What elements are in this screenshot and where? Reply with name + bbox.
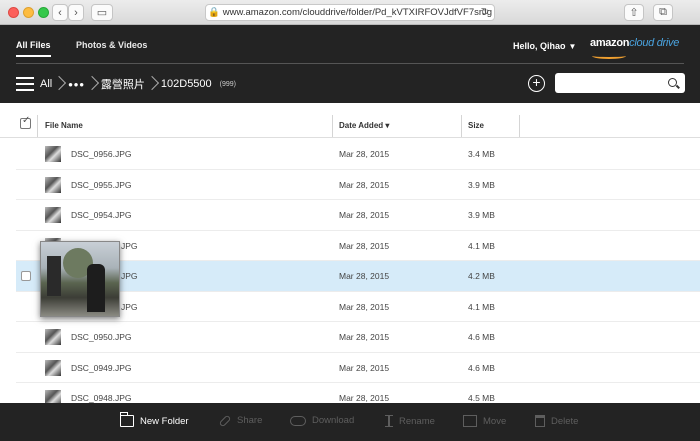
image-thumbnail	[45, 176, 61, 193]
file-name[interactable]: JPG	[121, 302, 138, 312]
file-size: 3.4 MB	[468, 149, 495, 159]
tab-photos-videos[interactable]: Photos & Videos	[76, 40, 147, 50]
chevron-right-icon	[54, 75, 66, 93]
file-date: Mar 28, 2015	[339, 240, 390, 251]
table-header: File Name Date Added ▾ Size	[0, 103, 700, 138]
file-size: 3.9 MB	[468, 179, 495, 190]
file-size: 4.1 MB	[468, 240, 495, 251]
app-header: All Files Photos & Videos Hello, Qihao ▼…	[0, 25, 700, 103]
move-button[interactable]: Move	[463, 415, 506, 427]
search-input[interactable]	[555, 73, 685, 93]
cloud-download-icon	[290, 415, 306, 426]
share-icon[interactable]: ⇧	[624, 4, 644, 21]
url-text: www.amazon.com/clouddrive/folder/Pd_kVTX…	[222, 7, 493, 18]
file-date: Mar 28, 2015	[339, 332, 390, 342]
zoom-window-button[interactable]	[38, 7, 49, 18]
file-size: 4.5 MB	[468, 393, 495, 403]
file-date: Mar 28, 2015	[339, 179, 390, 190]
breadcrumb-root[interactable]: All	[40, 78, 52, 90]
new-folder-button[interactable]: New Folder	[120, 412, 189, 427]
bottom-toolbar: New Folder Share Download Rename Move De…	[0, 403, 700, 441]
file-name[interactable]: DSC_0948.JPG	[71, 393, 131, 403]
file-date: Mar 28, 2015	[339, 149, 390, 159]
text-cursor-icon	[385, 415, 393, 427]
tab-all-files[interactable]: All Files	[16, 40, 51, 57]
chevron-left-icon[interactable]: ‹	[52, 4, 68, 21]
table-row[interactable]: DSC_0956.JPG Mar 28, 2015 3.4 MB	[16, 139, 700, 170]
sidebar-icon[interactable]: ▭	[91, 4, 113, 21]
greeting-text: Hello, Qihao	[513, 41, 566, 51]
image-thumbnail	[45, 329, 61, 345]
reload-icon[interactable]: ↻	[481, 7, 489, 18]
search-icon[interactable]	[668, 78, 677, 87]
file-name[interactable]: JPG	[121, 271, 138, 281]
file-date: Mar 28, 2015	[339, 301, 390, 312]
image-preview-popup	[40, 241, 120, 317]
sort-down-icon: ▾	[385, 121, 390, 130]
file-size: 4.1 MB	[468, 301, 495, 312]
file-name[interactable]: DSC_0949.JPG	[71, 363, 131, 373]
file-date: Mar 28, 2015	[339, 393, 390, 403]
file-size: 4.6 MB	[468, 362, 495, 373]
link-icon	[218, 414, 232, 427]
column-date-added[interactable]: Date Added ▾	[339, 121, 389, 130]
amazon-cloud-drive-logo[interactable]: amazoncloud drive	[590, 37, 679, 49]
minimize-window-button[interactable]	[23, 7, 34, 18]
file-size: 4.2 MB	[468, 271, 495, 281]
close-window-button[interactable]	[8, 7, 19, 18]
chevron-right-icon	[87, 75, 99, 93]
column-file-name[interactable]: File Name	[45, 121, 83, 130]
file-date: Mar 28, 2015	[339, 271, 390, 281]
table-row[interactable]: DSC_0949.JPG Mar 28, 2015 4.6 MB	[16, 353, 700, 383]
download-button[interactable]: Download	[290, 415, 354, 426]
image-thumbnail	[45, 207, 61, 223]
account-menu[interactable]: Hello, Qihao ▼	[513, 41, 576, 51]
file-name[interactable]: JPG	[121, 241, 138, 251]
add-icon[interactable]: +	[528, 75, 545, 92]
row-checkbox[interactable]	[21, 271, 31, 281]
chevron-right-icon	[147, 75, 159, 93]
delete-button[interactable]: Delete	[535, 415, 578, 427]
menu-icon[interactable]	[16, 77, 34, 91]
item-count: (999)	[219, 80, 237, 88]
breadcrumb-parent[interactable]: 露營照片	[101, 76, 145, 92]
browser-toolbar: ‹ › ▭ 🔒 www.amazon.com/clouddrive/folder…	[0, 0, 700, 25]
rename-button[interactable]: Rename	[385, 415, 435, 427]
header-divider	[16, 63, 684, 64]
file-date: Mar 28, 2015	[339, 210, 390, 220]
move-icon	[463, 415, 477, 427]
address-bar[interactable]: 🔒 www.amazon.com/clouddrive/folder/Pd_kV…	[205, 4, 495, 21]
tabs-icon[interactable]: ⧉	[653, 4, 673, 21]
file-name[interactable]: DSC_0955.JPG	[71, 180, 131, 190]
select-all-checkbox[interactable]	[20, 115, 31, 129]
breadcrumb-current: 102D5500	[160, 78, 212, 90]
file-size: 4.6 MB	[468, 332, 495, 342]
column-divider	[332, 115, 333, 137]
table-row[interactable]: DSC_0954.JPG Mar 28, 2015 3.9 MB	[16, 200, 700, 231]
breadcrumb: All ••• 露營照片 102D5500 (999)	[16, 75, 236, 93]
file-size: 3.9 MB	[468, 210, 495, 220]
column-size[interactable]: Size	[468, 121, 484, 130]
column-divider	[519, 115, 520, 137]
file-name[interactable]: DSC_0954.JPG	[71, 210, 131, 220]
folder-icon	[120, 412, 134, 427]
lock-icon: 🔒	[207, 7, 220, 18]
column-divider	[37, 115, 38, 137]
file-name[interactable]: DSC_0950.JPG	[71, 332, 131, 342]
image-thumbnail	[45, 359, 61, 376]
logo-smile-icon	[592, 53, 626, 59]
table-row[interactable]: DSC_0955.JPG Mar 28, 2015 3.9 MB	[16, 170, 700, 200]
share-button[interactable]: Share	[218, 414, 262, 427]
table-row[interactable]: DSC_0950.JPG Mar 28, 2015 4.6 MB	[16, 322, 700, 353]
chevron-down-icon: ▼	[568, 41, 577, 51]
image-thumbnail	[45, 146, 61, 162]
breadcrumb-ellipsis[interactable]: •••	[68, 77, 85, 92]
file-name[interactable]: DSC_0956.JPG	[71, 149, 131, 159]
file-date: Mar 28, 2015	[339, 362, 390, 373]
chevron-right-icon[interactable]: ›	[68, 4, 84, 21]
trash-icon	[535, 415, 545, 427]
column-resize-handle[interactable]	[461, 115, 462, 137]
